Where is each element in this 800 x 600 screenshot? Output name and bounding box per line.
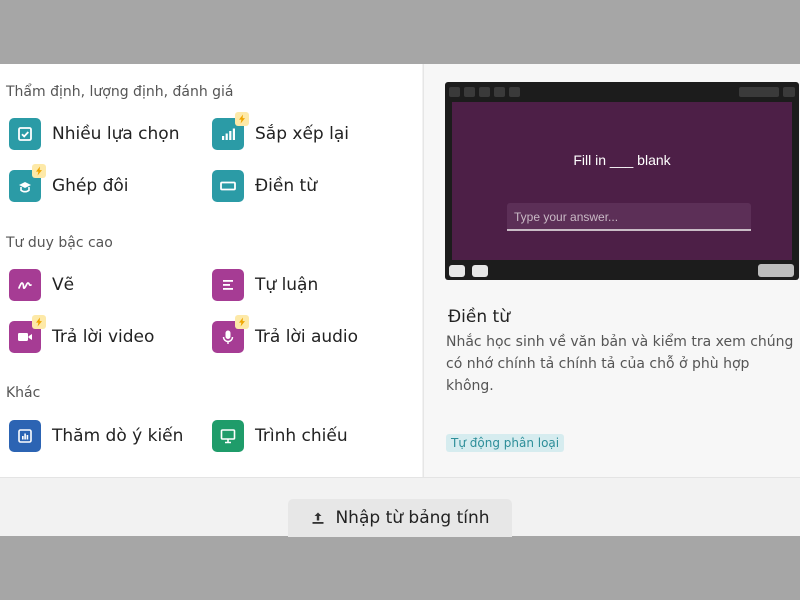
question-type-reorder[interactable]: Sắp xếp lại (212, 112, 349, 150)
question-type-label: Trình chiếu (255, 426, 348, 446)
auto-grade-badge: Tự động phân loại (446, 434, 565, 452)
question-type-draw[interactable]: Vẽ (9, 269, 74, 301)
question-type-detail: Fill in ___ blank Type your answer... Đi… (423, 64, 800, 477)
preview-control (449, 265, 465, 277)
question-type-label: Sắp xếp lại (255, 124, 349, 144)
question-type-label: Trả lời audio (255, 327, 359, 347)
section-title-other: Khác (6, 385, 41, 401)
question-type-list: Thẩm định, lượng định, đánh giá Nhiều lự… (0, 64, 422, 477)
match-icon (9, 164, 46, 202)
poll-icon (9, 420, 41, 452)
question-preview: Fill in ___ blank Type your answer... (445, 82, 799, 280)
question-type-label: Tự luận (255, 275, 319, 295)
microphone-icon (212, 315, 249, 353)
bar-chart-icon (212, 112, 249, 150)
preview-top-controls (449, 87, 520, 97)
question-type-panel: Thẩm định, lượng định, đánh giá Nhiều lự… (0, 64, 800, 537)
section-title-higher-order: Tư duy bậc cao (6, 235, 113, 251)
draw-icon (9, 269, 41, 301)
question-type-fill-blank[interactable]: Điền từ (212, 170, 317, 202)
question-type-video-response[interactable]: Trả lời video (9, 315, 155, 353)
question-type-label: Ghép đôi (52, 176, 129, 196)
question-type-label: Điền từ (255, 176, 317, 196)
lightning-icon (235, 315, 249, 329)
detail-title: Điền từ (448, 307, 510, 327)
question-type-multiple-choice[interactable]: Nhiều lựa chọn (9, 118, 179, 150)
question-type-label: Vẽ (52, 275, 75, 295)
question-type-essay[interactable]: Tự luận (212, 269, 318, 301)
detail-description: Nhắc học sinh về văn bản và kiểm tra xem… (446, 334, 794, 394)
question-type-match[interactable]: Ghép đôi (9, 164, 129, 202)
lightning-icon (32, 315, 46, 329)
question-type-label: Nhiều lựa chọn (52, 124, 180, 144)
slideshow-icon (212, 420, 244, 452)
preview-top-right-controls (739, 87, 795, 97)
upload-icon (312, 512, 324, 524)
bottom-bar: Nhập từ bảng tính (0, 477, 800, 537)
lightning-icon (32, 164, 46, 178)
preview-screen: Fill in ___ blank Type your answer... (452, 102, 792, 260)
preview-control (472, 265, 488, 277)
preview-answer-field: Type your answer... (507, 203, 751, 231)
section-title-assessment: Thẩm định, lượng định, đánh giá (6, 84, 234, 100)
import-button-label: Nhập từ bảng tính (335, 508, 490, 528)
question-type-audio-response[interactable]: Trả lời audio (212, 315, 359, 353)
fill-blank-icon (212, 170, 244, 202)
lightning-icon (235, 112, 249, 126)
checkbox-icon (9, 118, 41, 150)
question-type-label: Thăm dò ý kiến (52, 426, 184, 446)
preview-question: Fill in ___ blank (573, 152, 671, 168)
import-from-spreadsheet-button[interactable]: Nhập từ bảng tính (288, 499, 512, 537)
video-icon (9, 315, 46, 353)
question-type-slideshow[interactable]: Trình chiếu (212, 420, 348, 452)
question-type-label: Trả lời video (52, 327, 155, 347)
question-type-poll[interactable]: Thăm dò ý kiến (9, 420, 183, 452)
text-lines-icon (212, 269, 244, 301)
preview-submit-control (758, 264, 794, 277)
